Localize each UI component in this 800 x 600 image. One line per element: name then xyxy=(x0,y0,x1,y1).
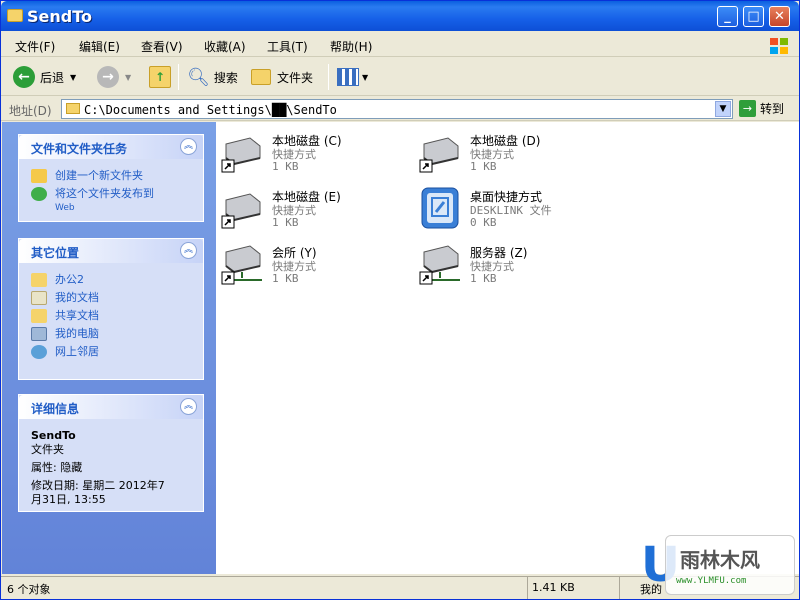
search-label: 搜索 xyxy=(213,70,238,85)
collapse-icon[interactable]: ︽ xyxy=(180,398,197,415)
folders-label: 文件夹 xyxy=(277,70,314,85)
search-icon: 🔍︎ xyxy=(187,66,210,88)
go-label: 转到 xyxy=(760,102,785,116)
watermark-url: www.YLMFU.com xyxy=(676,576,747,586)
list-item[interactable]: 本地磁盘 (D) 快捷方式 1 KB xyxy=(416,126,606,178)
forward-button[interactable]: → ▼ xyxy=(97,64,131,90)
chevron-down-icon: ▼ xyxy=(125,72,132,82)
file-size: 1 KB xyxy=(470,272,497,285)
status-size: 1.41 KB xyxy=(527,577,617,599)
chevron-down-icon: ▼ xyxy=(70,72,77,82)
place-network[interactable]: 网上邻居 xyxy=(31,345,193,359)
task-pane: 文件和文件夹任务 ︽ 创建一个新文件夹 将这个文件夹发布到Web 其它位置 ︽ xyxy=(2,122,216,574)
list-item[interactable]: 本地磁盘 (E) 快捷方式 1 KB xyxy=(218,182,408,234)
tasks-panel-header[interactable]: 文件和文件夹任务 ︽ xyxy=(19,135,203,159)
file-size: 1 KB xyxy=(470,160,497,173)
title-bar[interactable]: SendTo _ □ ✕ xyxy=(1,1,799,31)
file-size: 1 KB xyxy=(272,216,299,229)
new-folder-icon xyxy=(31,169,47,183)
file-size: 1 KB xyxy=(272,272,299,285)
folder-icon xyxy=(66,103,80,114)
folder-icon xyxy=(7,9,23,22)
views-icon xyxy=(337,68,359,86)
status-object-count: 6 个对象 xyxy=(7,583,51,596)
tasks-panel: 文件和文件夹任务 ︽ 创建一个新文件夹 将这个文件夹发布到 Web xyxy=(18,134,204,222)
documents-icon xyxy=(31,291,47,305)
detail-attributes: 属性: 隐藏 xyxy=(31,461,83,474)
menu-help[interactable]: 帮助(H) xyxy=(330,38,372,55)
toolbar: ← 后退 ▼ → ▼ ↑ 🔍︎ 搜索 文件夹 ▼ xyxy=(1,58,799,96)
folder-icon xyxy=(31,273,47,287)
details-panel-header[interactable]: 详细信息 ︽ xyxy=(19,395,203,419)
list-item[interactable]: 服务器 (Z) 快捷方式 1 KB xyxy=(416,238,606,290)
network-drive-shortcut-icon xyxy=(221,245,262,285)
views-button[interactable]: ▼ xyxy=(337,64,368,90)
chevron-down-icon: ▼ xyxy=(362,72,369,82)
file-size: 0 KB xyxy=(470,216,497,229)
detail-modified-cont: 月31日, 13:55 xyxy=(31,493,106,506)
collapse-icon[interactable]: ︽ xyxy=(180,138,197,155)
shared-folder-icon xyxy=(31,309,47,323)
globe-icon xyxy=(31,187,47,201)
hard-drive-shortcut-icon xyxy=(419,137,459,173)
menu-edit[interactable]: 编辑(E) xyxy=(79,38,120,55)
maximize-button[interactable]: □ xyxy=(743,6,764,27)
new-folder-link[interactable]: 创建一个新文件夹 xyxy=(31,169,193,183)
detail-name: SendTo xyxy=(31,429,76,442)
network-drive-shortcut-icon xyxy=(419,245,460,285)
collapse-icon[interactable]: ︽ xyxy=(180,242,197,259)
desktop-shortcut-icon xyxy=(421,187,459,229)
list-item[interactable]: 本地磁盘 (C) 快捷方式 1 KB xyxy=(218,126,408,178)
list-item[interactable]: 桌面快捷方式 DESKLINK 文件 0 KB xyxy=(416,182,606,234)
details-panel-title: 详细信息 xyxy=(31,402,80,416)
up-folder-button[interactable]: ↑ xyxy=(149,64,171,90)
watermark-brand: 雨林木风 xyxy=(680,548,760,572)
search-button[interactable]: 🔍︎ 搜索 xyxy=(187,64,238,90)
watermark-logo: 雨林木风 www.YLMFU.com xyxy=(665,535,795,595)
details-panel: 详细信息 ︽ SendTo 文件夹 属性: 隐藏 修改日期: 星期二 2012年… xyxy=(18,394,204,512)
address-bar: 地址(D) C:\Documents and Settings\██\SendT… xyxy=(1,97,799,121)
place-office2[interactable]: 办公2 xyxy=(31,273,193,287)
hard-drive-shortcut-icon xyxy=(221,137,261,173)
back-button[interactable]: ← 后退 ▼ xyxy=(13,64,76,90)
go-button[interactable]: → 转到 xyxy=(739,100,784,117)
place-my-documents[interactable]: 我的文档 xyxy=(31,291,193,305)
address-label: 地址(D) xyxy=(9,104,52,118)
go-arrow-icon: → xyxy=(739,100,756,117)
network-icon xyxy=(31,345,47,359)
folders-button[interactable]: 文件夹 xyxy=(251,64,313,90)
hard-drive-shortcut-icon xyxy=(221,193,261,229)
address-input[interactable]: C:\Documents and Settings\██\SendTo ▼ xyxy=(61,99,733,119)
places-panel: 其它位置 ︽ 办公2 我的文档 共享文档 我的电脑 网上邻居 xyxy=(18,238,204,380)
back-arrow-icon: ← xyxy=(13,66,35,88)
computer-icon xyxy=(31,327,47,341)
close-button[interactable]: ✕ xyxy=(769,6,790,27)
place-shared-documents[interactable]: 共享文档 xyxy=(31,309,193,323)
menu-tools[interactable]: 工具(T) xyxy=(267,38,308,55)
file-list: 本地磁盘 (C) 快捷方式 1 KB 本地磁盘 (D) 快捷方式 1 KB 本地… xyxy=(216,122,799,574)
chevron-down-icon[interactable]: ▼ xyxy=(715,101,731,117)
minimize-button[interactable]: _ xyxy=(717,6,738,27)
places-panel-title: 其它位置 xyxy=(31,246,80,260)
forward-arrow-icon: → xyxy=(97,66,119,88)
window-title: SendTo xyxy=(27,7,92,26)
menu-bar: 文件(F) 编辑(E) 查看(V) 收藏(A) 工具(T) 帮助(H) xyxy=(1,35,799,57)
place-my-computer[interactable]: 我的电脑 xyxy=(31,327,193,341)
explorer-window: SendTo _ □ ✕ 文件(F) 编辑(E) 查看(V) 收藏(A) 工具(… xyxy=(0,0,800,600)
tasks-panel-title: 文件和文件夹任务 xyxy=(31,142,128,156)
detail-modified: 修改日期: 星期二 2012年7 xyxy=(31,479,165,492)
file-size: 1 KB xyxy=(272,160,299,173)
up-folder-icon: ↑ xyxy=(149,66,171,88)
places-panel-header[interactable]: 其它位置 ︽ xyxy=(19,239,203,263)
back-label: 后退 xyxy=(40,70,65,85)
publish-web-link[interactable]: 将这个文件夹发布到 Web xyxy=(31,187,193,215)
menu-favorites[interactable]: 收藏(A) xyxy=(204,38,246,55)
windows-logo-icon xyxy=(770,38,788,54)
address-path: C:\Documents and Settings\██\SendTo xyxy=(84,103,337,117)
menu-view[interactable]: 查看(V) xyxy=(141,38,183,55)
detail-type: 文件夹 xyxy=(31,443,64,456)
folders-icon xyxy=(251,69,271,85)
list-item[interactable]: 会所 (Y) 快捷方式 1 KB xyxy=(218,238,408,290)
menu-file[interactable]: 文件(F) xyxy=(15,38,55,55)
